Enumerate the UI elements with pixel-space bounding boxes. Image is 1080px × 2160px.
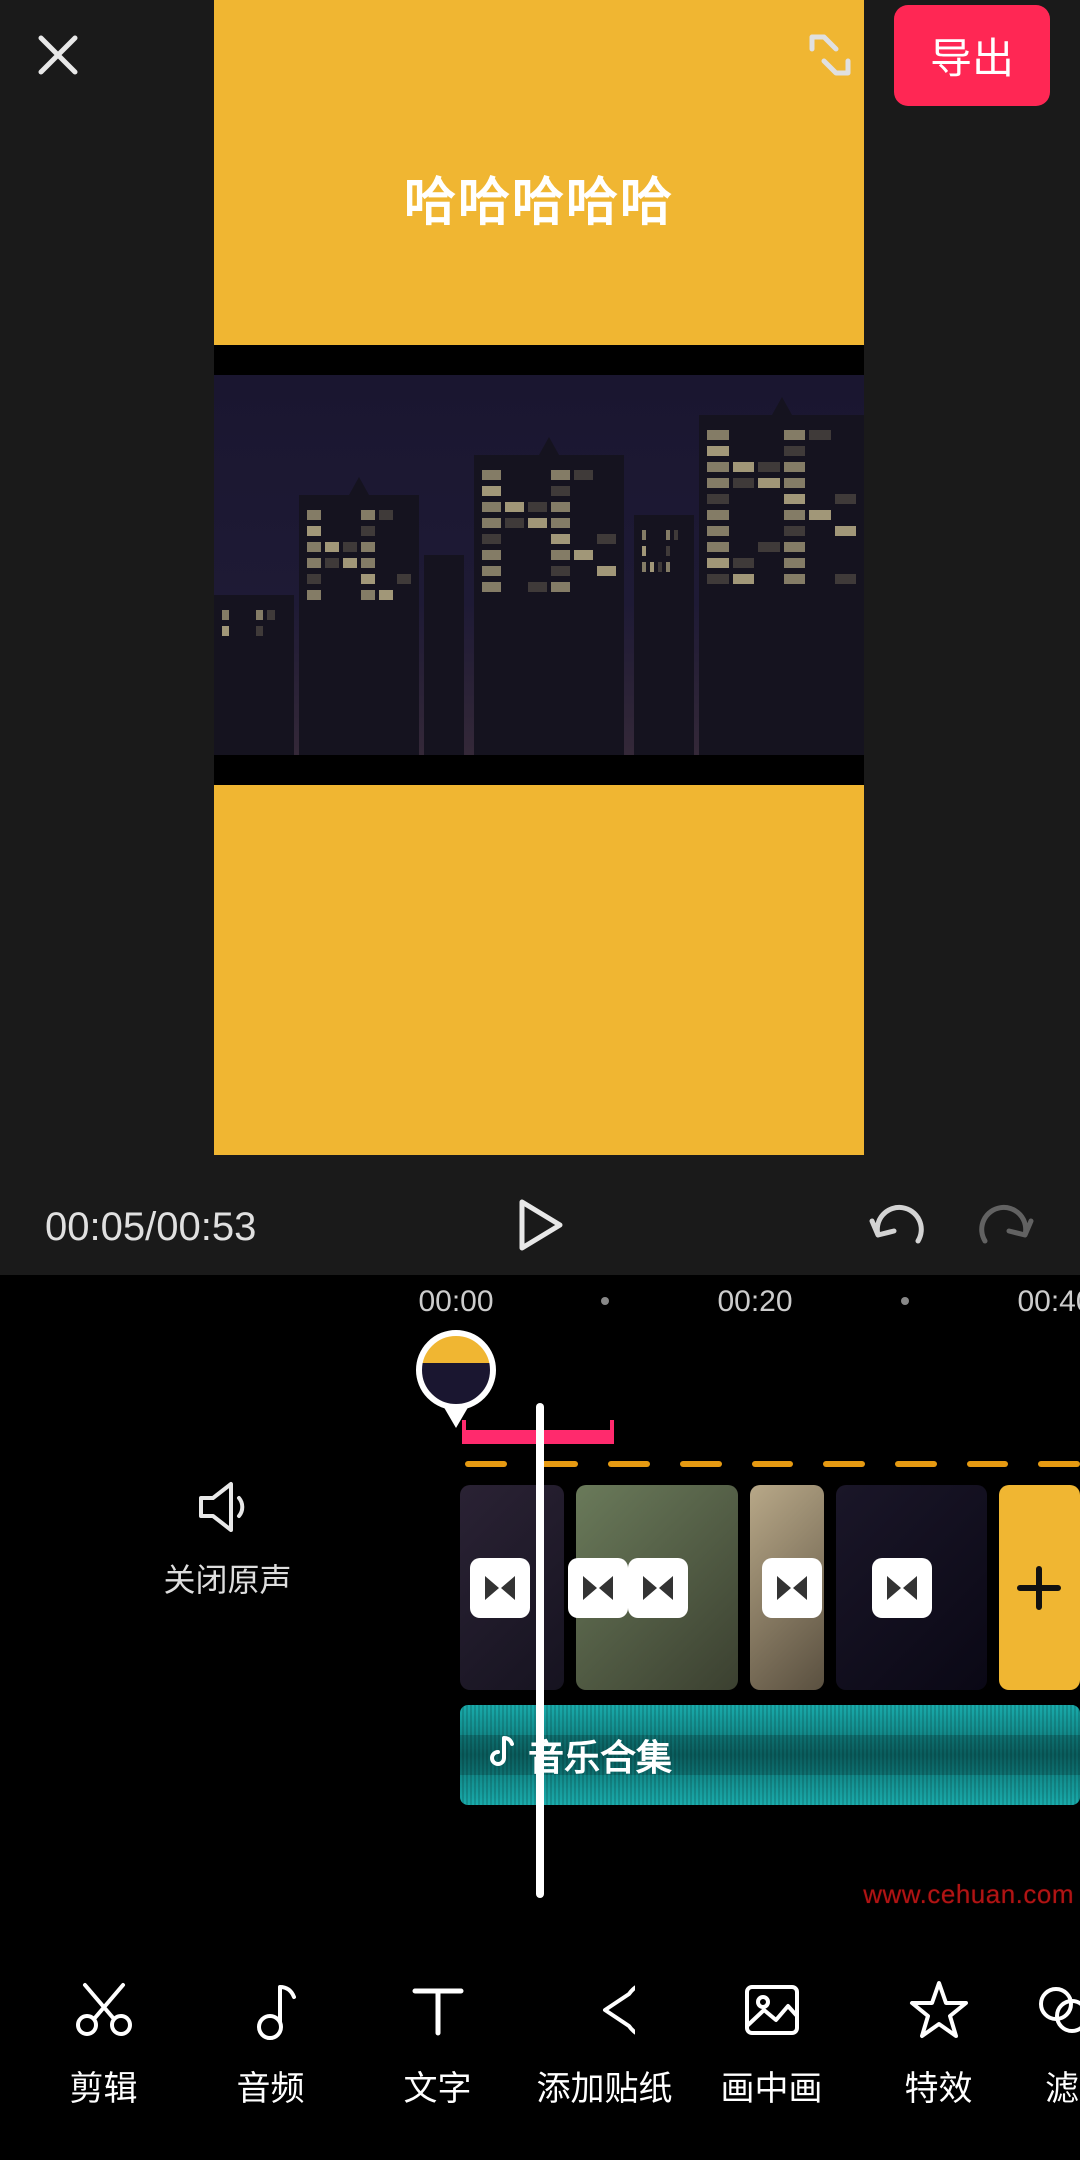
- music-note-icon: [244, 1979, 298, 2041]
- time-ruler[interactable]: 00:00 00:20 00:40: [0, 1275, 1080, 1325]
- preview-video-frame: [214, 345, 864, 785]
- transition-button[interactable]: [762, 1558, 822, 1618]
- video-track[interactable]: [460, 1485, 1080, 1690]
- export-button[interactable]: 导出: [894, 5, 1050, 106]
- tool-audio[interactable]: 音频: [187, 1979, 354, 2110]
- play-button[interactable]: [516, 1198, 564, 1257]
- fullscreen-icon[interactable]: [806, 31, 854, 79]
- transition-button[interactable]: [628, 1558, 688, 1618]
- sticker-pacman-icon: [575, 1979, 635, 2041]
- star-icon: [908, 1979, 970, 2041]
- tool-effect[interactable]: 特效: [855, 1979, 1022, 2110]
- transition-button[interactable]: [470, 1558, 530, 1618]
- preview-title-overlay: 哈哈哈哈哈: [404, 160, 674, 235]
- timeline[interactable]: 00:00 00:20 00:40 关闭原声 音乐合集: [0, 1275, 1080, 1928]
- transition-button[interactable]: [872, 1558, 932, 1618]
- top-bar: 导出: [0, 0, 1080, 110]
- keyframe-marker[interactable]: [416, 1330, 496, 1410]
- ruler-dot: [601, 1297, 609, 1305]
- image-icon: [742, 1979, 802, 2041]
- audio-track-label: 音乐合集: [528, 1729, 672, 1781]
- tool-edit[interactable]: 剪辑: [20, 1979, 187, 2110]
- ruler-dot: [901, 1297, 909, 1305]
- timecode: 00:05/00:53: [45, 1205, 256, 1250]
- redo-button[interactable]: [979, 1201, 1035, 1254]
- watermark: www.cehuan.com: [863, 1879, 1074, 1910]
- ruler-tick: 00:00: [418, 1285, 493, 1319]
- bottom-toolbar: 剪辑 音频 文字 添加贴纸 画中画 特效 滤: [0, 1928, 1080, 2160]
- mute-audio-button[interactable]: [197, 1480, 259, 1539]
- preview-canvas[interactable]: 哈哈哈哈哈: [214, 0, 864, 1155]
- tool-sticker[interactable]: 添加贴纸: [521, 1979, 688, 2110]
- music-note-icon: [484, 1734, 514, 1777]
- filter-icon: [1034, 1979, 1080, 2041]
- tool-filter[interactable]: 滤: [1022, 1979, 1080, 2110]
- transition-button[interactable]: [568, 1558, 628, 1618]
- ruler-tick: 00:40: [1017, 1285, 1080, 1319]
- audio-track[interactable]: 音乐合集: [460, 1705, 1080, 1805]
- add-clip-button[interactable]: [999, 1485, 1080, 1690]
- tool-text[interactable]: 文字: [354, 1979, 521, 2110]
- ruler-tick: 00:20: [717, 1285, 792, 1319]
- playback-bar: 00:05/00:53: [0, 1185, 1080, 1270]
- undo-button[interactable]: [868, 1201, 924, 1254]
- scissors-icon: [73, 1979, 135, 2041]
- mute-audio-label: 关闭原声: [163, 1555, 291, 1601]
- close-button[interactable]: [30, 28, 85, 83]
- text-icon: [409, 1979, 467, 2041]
- effect-markers: [465, 1461, 1080, 1467]
- tool-pip[interactable]: 画中画: [688, 1979, 855, 2110]
- playhead[interactable]: [536, 1403, 544, 1898]
